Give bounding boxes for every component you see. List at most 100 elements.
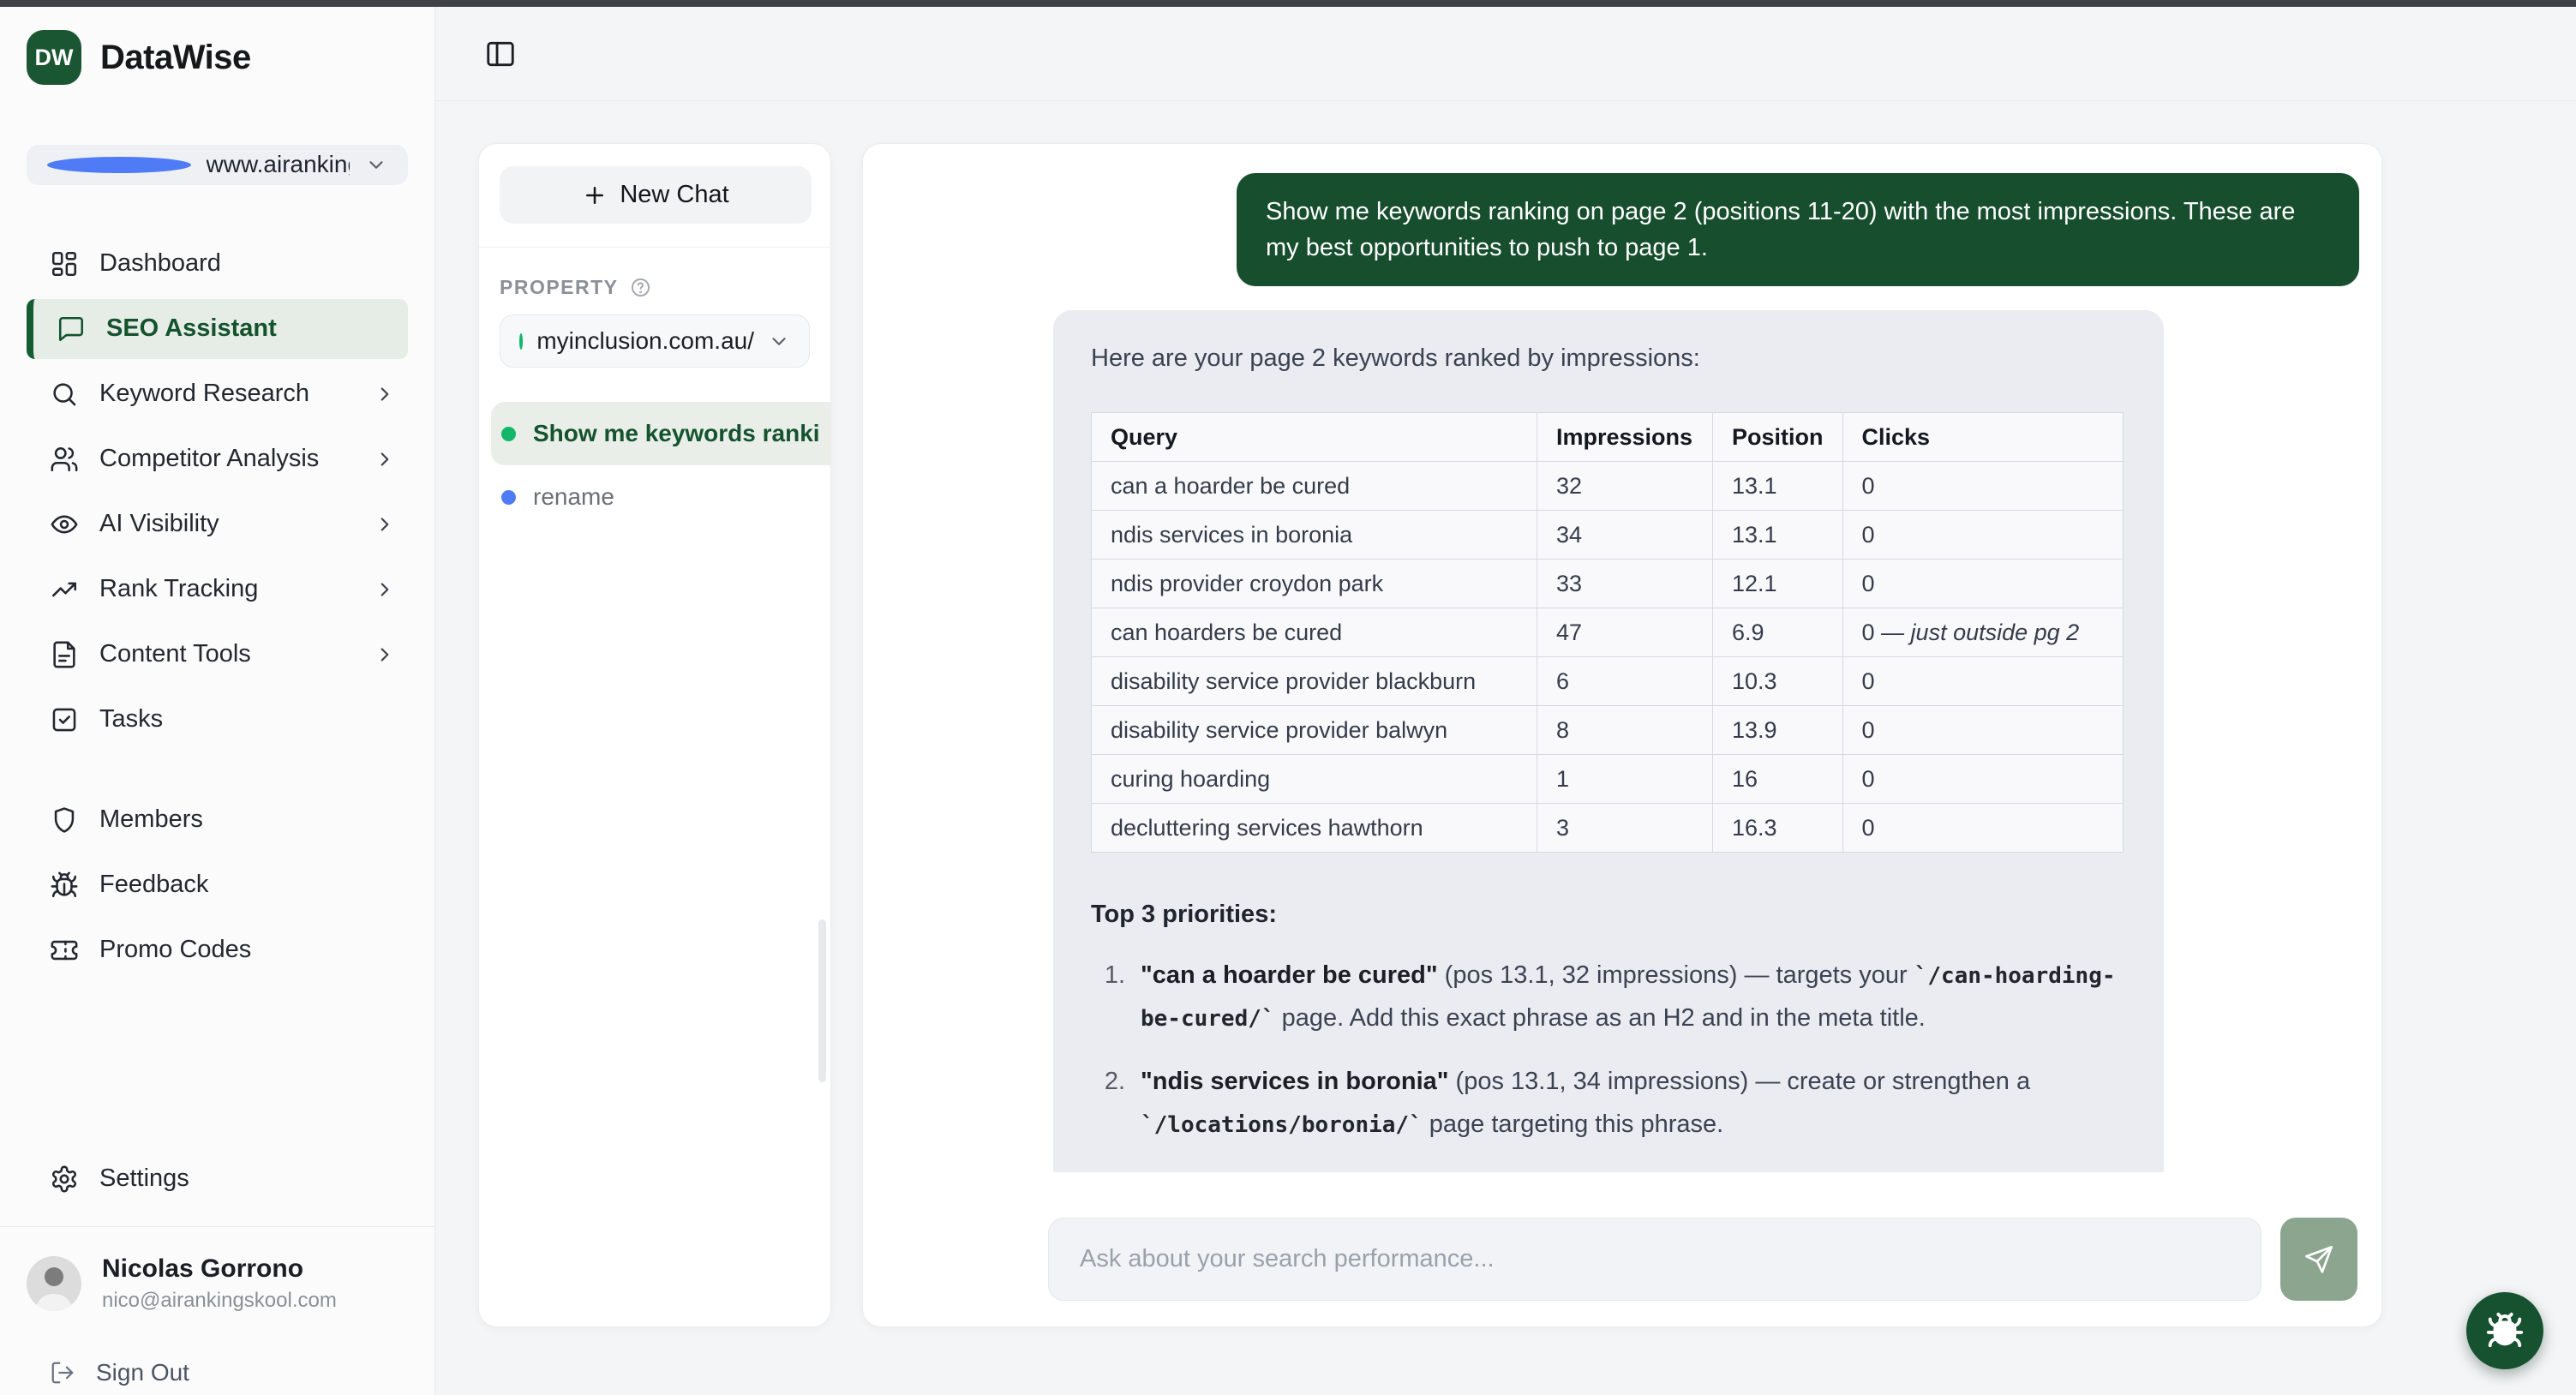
property-selector[interactable]: myinclusion.com.au/	[500, 314, 810, 368]
sidebar-item-feedback[interactable]: Feedback	[27, 855, 408, 915]
bug-report-fab[interactable]	[2466, 1292, 2543, 1369]
chevron-down-icon	[768, 330, 790, 352]
domain-selector-value: www.airankingskool.com	[207, 151, 350, 178]
bug-icon	[50, 871, 79, 900]
chat-history-item[interactable]: Show me keywords ranki	[491, 402, 830, 465]
user-message-bubble: Show me keywords ranking on page 2 (posi…	[1237, 173, 2359, 286]
chat-list-divider	[479, 247, 830, 248]
cell-clicks: 0	[1842, 657, 2123, 706]
user-profile[interactable]: Nicolas Gorrono nico@airankingskool.com	[27, 1254, 408, 1313]
cell-position: 16.3	[1713, 804, 1843, 853]
eye-icon	[50, 510, 79, 539]
sidebar-toggle-button[interactable]	[477, 31, 524, 77]
property-status-dot	[519, 333, 523, 350]
chat-input[interactable]	[1048, 1218, 2261, 1301]
sidebar-item-label: Feedback	[99, 871, 396, 899]
app-name: DataWise	[100, 39, 251, 77]
search-icon	[50, 380, 79, 409]
column-header-query: Query	[1092, 413, 1537, 462]
sidebar-item-ai-visibility[interactable]: AI Visibility	[27, 494, 408, 554]
conversation-panel: Show me keywords ranking on page 2 (posi…	[862, 143, 2382, 1327]
property-value: myinclusion.com.au/	[536, 327, 754, 355]
sidebar-item-rank-tracking[interactable]: Rank Tracking	[27, 560, 408, 620]
shield-icon	[50, 805, 79, 835]
cell-position: 13.1	[1713, 511, 1843, 560]
trending-up-icon	[50, 575, 79, 604]
gear-icon	[50, 1164, 79, 1194]
bug-icon	[2485, 1311, 2525, 1350]
chat-bubble-icon	[57, 314, 86, 344]
cell-clicks: 0	[1842, 706, 2123, 755]
chevron-right-icon	[374, 383, 396, 405]
sidebar-item-content-tools[interactable]: Content Tools	[27, 625, 408, 685]
table-row: disability service provider blackburn 6 …	[1092, 657, 2124, 706]
sidebar-item-keyword-research[interactable]: Keyword Research	[27, 364, 408, 424]
chevron-right-icon	[374, 644, 396, 666]
table-row: can hoarders be cured 47 6.9 0 — just ou…	[1092, 608, 2124, 657]
messages-area: Show me keywords ranking on page 2 (posi…	[863, 144, 2381, 1172]
column-header-position: Position	[1713, 413, 1843, 462]
sidebar-item-dashboard[interactable]: Dashboard	[27, 234, 408, 294]
cell-position: 13.9	[1713, 706, 1843, 755]
domain-status-dot	[47, 157, 191, 173]
table-row: curing hoarding 1 16 0	[1092, 755, 2124, 804]
document-icon	[50, 640, 79, 669]
chevron-right-icon	[374, 513, 396, 536]
dashboard-icon	[50, 249, 79, 278]
priority-text: "ndis services in boronia" (pos 13.1, 34…	[1141, 1061, 2126, 1147]
assistant-message-bubble: Here are your page 2 keywords ranked by …	[1053, 310, 2164, 1172]
help-circle-icon[interactable]	[629, 276, 652, 299]
cell-position: 16	[1713, 755, 1843, 804]
cell-clicks: 0	[1842, 804, 2123, 853]
sidebar-item-label: Content Tools	[99, 640, 353, 668]
chat-history-item[interactable]: rename	[491, 465, 830, 529]
cell-impressions: 8	[1537, 706, 1713, 755]
cell-query: disability service provider balwyn	[1092, 706, 1537, 755]
scrollbar-thumb[interactable]	[818, 919, 826, 1082]
sidebar-item-label: Rank Tracking	[99, 575, 353, 603]
user-email: nico@airankingskool.com	[102, 1289, 337, 1313]
cell-query: ndis services in boronia	[1092, 511, 1537, 560]
window-top-edge	[0, 0, 2576, 7]
sidebar-item-promo-codes[interactable]: Promo Codes	[27, 920, 408, 980]
column-header-impressions: Impressions	[1537, 413, 1713, 462]
sidebar-divider	[0, 1226, 434, 1227]
sidebar-item-label: Dashboard	[99, 249, 396, 278]
sidebar-item-settings[interactable]: Settings	[27, 1149, 408, 1209]
new-chat-button[interactable]: New Chat	[500, 166, 812, 224]
cell-impressions: 32	[1537, 462, 1713, 511]
chat-status-dot	[501, 427, 516, 441]
sign-out-label: Sign Out	[96, 1359, 189, 1386]
cell-query: decluttering services hawthorn	[1092, 804, 1537, 853]
send-icon	[2303, 1244, 2334, 1275]
task-check-icon	[50, 705, 79, 734]
sidebar-item-seo-assistant[interactable]: SEO Assistant	[27, 299, 408, 359]
priorities-title: Top 3 priorities:	[1091, 901, 2126, 929]
cell-query: ndis provider croydon park	[1092, 560, 1537, 608]
sign-out-button[interactable]: Sign Out	[27, 1350, 408, 1395]
chevron-down-icon	[365, 153, 387, 176]
cell-query: curing hoarding	[1092, 755, 1537, 804]
sidebar-item-label: Tasks	[99, 705, 396, 733]
sidebar-item-tasks[interactable]: Tasks	[27, 690, 408, 750]
avatar	[27, 1256, 81, 1311]
nav-group-gap	[27, 755, 408, 790]
table-row: disability service provider balwyn 8 13.…	[1092, 706, 2124, 755]
column-header-clicks: Clicks	[1842, 413, 2123, 462]
send-button[interactable]	[2280, 1218, 2357, 1301]
domain-selector[interactable]: www.airankingskool.com	[27, 145, 408, 185]
table-header-row: Query Impressions Position Clicks	[1092, 413, 2124, 462]
sidebar: DW DataWise www.airankingskool.com Dashb…	[0, 7, 435, 1395]
cell-clicks: 0	[1842, 462, 2123, 511]
cell-impressions: 1	[1537, 755, 1713, 804]
cell-clicks: 0 — just outside pg 2	[1842, 608, 2123, 657]
keywords-table: Query Impressions Position Clicks can a …	[1091, 412, 2124, 853]
priority-item: 2. "ndis services in boronia" (pos 13.1,…	[1091, 1061, 2126, 1147]
sidebar-item-members[interactable]: Members	[27, 790, 408, 850]
cell-clicks: 0	[1842, 511, 2123, 560]
logout-icon	[50, 1360, 75, 1386]
avatar-photo	[27, 1256, 81, 1311]
property-section: PROPERTY	[500, 276, 810, 299]
chat-status-dot	[501, 490, 516, 505]
sidebar-item-competitor-analysis[interactable]: Competitor Analysis	[27, 429, 408, 489]
